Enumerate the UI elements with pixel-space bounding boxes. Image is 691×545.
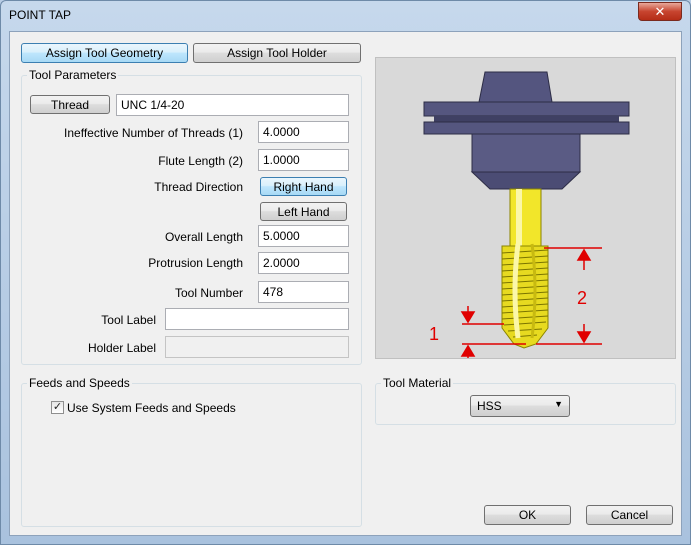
protrusion-length-label: Protrusion Length bbox=[148, 256, 243, 270]
dialog-window: POINT TAP ✕ Assign Tool Geometry Assign … bbox=[0, 0, 691, 545]
tool-material-group-label: Tool Material bbox=[381, 376, 454, 390]
holder-label-label: Holder Label bbox=[87, 341, 156, 355]
close-icon: ✕ bbox=[654, 4, 666, 19]
use-system-feeds-label[interactable]: Use System Feeds and Speeds bbox=[67, 401, 236, 415]
assign-tool-holder-button[interactable]: Assign Tool Holder bbox=[193, 43, 361, 63]
checkmark-icon: ✓ bbox=[52, 401, 63, 413]
feeds-speeds-group-label: Feeds and Speeds bbox=[27, 376, 132, 390]
title-bar[interactable]: POINT TAP ✕ bbox=[1, 1, 690, 31]
assign-tool-geometry-button[interactable]: Assign Tool Geometry bbox=[21, 43, 188, 63]
tool-number-label: Tool Number bbox=[174, 286, 243, 300]
flute-length-label: Flute Length (2) bbox=[158, 154, 243, 168]
thread-button[interactable]: Thread bbox=[30, 95, 110, 114]
cancel-button[interactable]: Cancel bbox=[586, 505, 673, 525]
dialog-client: Assign Tool Geometry Assign Tool Holder … bbox=[9, 31, 682, 536]
tap-shank bbox=[509, 188, 542, 248]
dimension-2-label: 2 bbox=[577, 288, 587, 308]
ineffective-threads-label: Ineffective Number of Threads (1) bbox=[64, 126, 243, 140]
holder-nose bbox=[470, 171, 582, 190]
dimension-1-label: 1 bbox=[429, 324, 439, 344]
tool-material-select[interactable]: HSS ▼ bbox=[470, 395, 570, 417]
use-system-feeds-checkbox[interactable]: ✓ bbox=[51, 401, 64, 414]
ok-button[interactable]: OK bbox=[484, 505, 571, 525]
ineffective-threads-input[interactable]: 4.0000 bbox=[258, 121, 349, 143]
close-button[interactable]: ✕ bbox=[638, 2, 682, 21]
overall-length-input[interactable]: 5.0000 bbox=[258, 225, 349, 247]
right-hand-button[interactable]: Right Hand bbox=[260, 177, 347, 196]
tap-thread-body bbox=[501, 245, 549, 349]
thread-direction-label: Thread Direction bbox=[154, 180, 243, 194]
tool-preview: 2 1 bbox=[375, 57, 676, 359]
chevron-down-icon: ▼ bbox=[554, 399, 563, 409]
holder-flange-upper bbox=[423, 101, 630, 117]
tap-shank-highlight bbox=[516, 189, 522, 247]
holder-flange-lower bbox=[423, 121, 630, 135]
flute-length-input[interactable]: 1.0000 bbox=[258, 149, 349, 171]
tap-drawing: 2 1 bbox=[423, 71, 630, 358]
left-hand-button[interactable]: Left Hand bbox=[260, 202, 347, 221]
holder-body bbox=[471, 133, 581, 173]
window-title: POINT TAP bbox=[9, 8, 72, 22]
holder-flange-groove bbox=[434, 116, 619, 122]
tool-material-value: HSS bbox=[477, 399, 502, 413]
thread-field[interactable]: UNC 1/4-20 bbox=[116, 94, 349, 116]
holder-label-input bbox=[165, 336, 349, 358]
overall-length-label: Overall Length bbox=[164, 230, 243, 244]
protrusion-length-input[interactable]: 2.0000 bbox=[258, 252, 349, 274]
tool-number-input[interactable]: 478 bbox=[258, 281, 349, 303]
tool-label-label: Tool Label bbox=[101, 313, 156, 327]
holder-top bbox=[478, 71, 553, 103]
tool-label-input[interactable] bbox=[165, 308, 349, 330]
tool-parameters-group-label: Tool Parameters bbox=[27, 68, 119, 82]
